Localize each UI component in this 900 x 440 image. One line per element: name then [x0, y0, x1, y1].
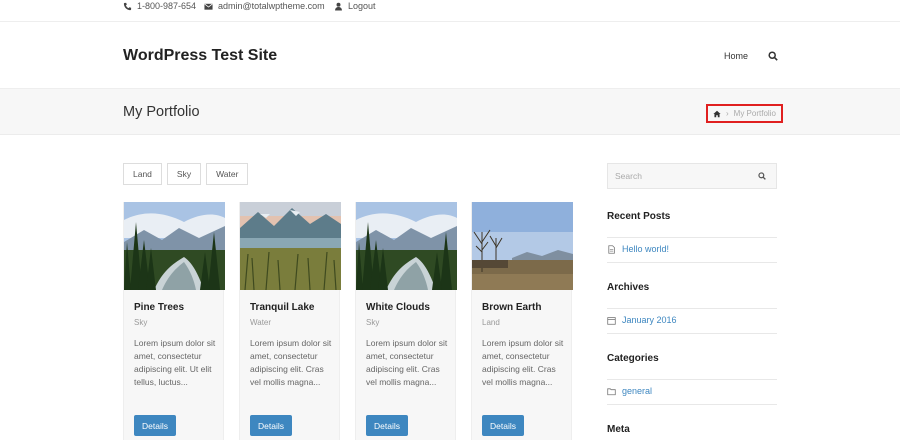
card-excerpt: Lorem ipsum dolor sit amet, consectetur …	[134, 338, 216, 387]
details-button[interactable]: Details	[482, 415, 524, 436]
filter-land-button[interactable]: Land	[123, 163, 162, 185]
page-header: My Portfolio › My Portfolio	[0, 89, 900, 135]
pine-river-icon[interactable]	[124, 202, 225, 290]
category-label: general	[622, 386, 653, 396]
search-icon[interactable]	[768, 51, 778, 61]
portfolio-card: Brown Earth Land Lorem ipsum dolor sit a…	[471, 202, 573, 440]
card-category: Sky	[134, 318, 148, 327]
calendar-icon	[607, 316, 616, 325]
meta-title: Meta	[607, 424, 630, 435]
archive-link[interactable]: January 2016	[607, 315, 677, 325]
details-button[interactable]: Details	[366, 415, 408, 436]
sidebar-search	[607, 163, 777, 189]
site-title[interactable]: WordPress Test Site	[123, 47, 277, 65]
recent-post-label: Hello world!	[622, 244, 670, 254]
portfolio-card: Tranquil Lake Water Lorem ipsum dolor si…	[239, 202, 341, 440]
card-excerpt: Lorem ipsum dolor sit amet, consectetur …	[366, 338, 448, 387]
folder-icon	[607, 387, 616, 396]
divider	[607, 333, 777, 334]
breadcrumb-separator: ›	[726, 109, 729, 118]
search-icon[interactable]	[758, 172, 766, 180]
envelope-icon	[204, 2, 213, 11]
card-category: Sky	[366, 318, 380, 327]
recent-post-link[interactable]: Hello world!	[607, 244, 669, 254]
topbar-phone-text: 1-800-987-654	[137, 1, 197, 11]
card-title[interactable]: Tranquil Lake	[250, 302, 314, 313]
filter-water-button[interactable]: Water	[206, 163, 249, 185]
card-excerpt: Lorem ipsum dolor sit amet, consectetur …	[250, 338, 332, 387]
logout-label: Logout	[348, 1, 376, 11]
pine-river-icon[interactable]	[356, 202, 457, 290]
divider	[607, 308, 777, 309]
card-category: Water	[250, 318, 272, 327]
topbar-email[interactable]: admin@totalwptheme.com	[204, 0, 325, 12]
archive-label: January 2016	[622, 315, 677, 325]
topbar-phone: 1-800-987-654	[123, 0, 196, 12]
details-button[interactable]: Details	[134, 415, 176, 436]
archives-title: Archives	[607, 282, 650, 293]
user-icon	[334, 2, 343, 11]
site-header: WordPress Test Site Home	[0, 22, 900, 89]
portfolio-card: Pine Trees Sky Lorem ipsum dolor sit ame…	[123, 202, 225, 440]
recent-posts-title: Recent Posts	[607, 211, 671, 222]
document-icon	[607, 244, 616, 254]
breadcrumb-current: My Portfolio	[733, 109, 776, 118]
card-title[interactable]: Pine Trees	[134, 302, 184, 313]
card-title[interactable]: White Clouds	[366, 302, 430, 313]
nav-home-link[interactable]: Home	[724, 51, 748, 61]
portfolio-filters: Land Sky Water	[123, 163, 249, 185]
page-title: My Portfolio	[123, 104, 200, 120]
card-excerpt: Lorem ipsum dolor sit amet, consectetur …	[482, 338, 564, 387]
categories-title: Categories	[607, 353, 659, 364]
card-title[interactable]: Brown Earth	[482, 302, 541, 313]
mountain-lake-icon[interactable]	[240, 202, 341, 290]
divider	[607, 262, 777, 263]
filter-sky-button[interactable]: Sky	[166, 163, 202, 185]
logout-link[interactable]: Logout	[334, 0, 376, 12]
details-button[interactable]: Details	[250, 415, 292, 436]
divider	[607, 237, 777, 238]
divider	[607, 404, 777, 405]
top-bar: 1-800-987-654 admin@totalwptheme.com Log…	[0, 0, 900, 22]
search-input[interactable]	[608, 164, 748, 188]
card-category: Land	[482, 318, 500, 327]
phone-icon	[123, 2, 132, 11]
divider	[607, 379, 777, 380]
topbar-email-text: admin@totalwptheme.com	[218, 1, 325, 11]
home-icon[interactable]	[713, 110, 721, 118]
category-link[interactable]: general	[607, 386, 652, 396]
field-trees-icon[interactable]	[472, 202, 573, 290]
portfolio-card: White Clouds Sky Lorem ipsum dolor sit a…	[355, 202, 457, 440]
breadcrumb: › My Portfolio	[706, 104, 783, 123]
